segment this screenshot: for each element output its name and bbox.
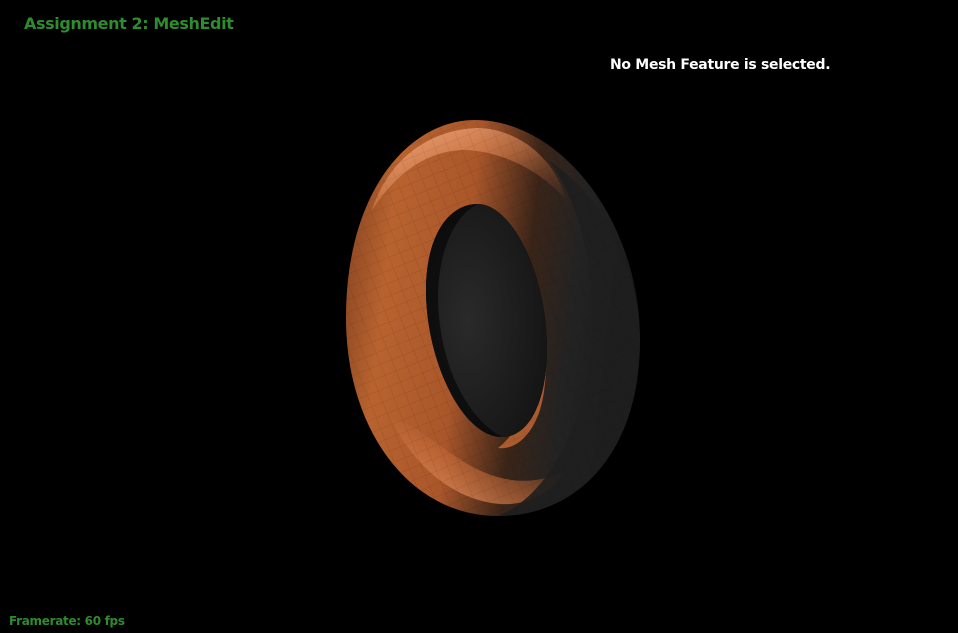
framerate-readout: Framerate: 60 fps [9,614,125,628]
torus-mesh[interactable] [0,0,958,633]
app-title: Assignment 2: MeshEdit [24,14,234,33]
render-viewport[interactable]: Assignment 2: MeshEdit No Mesh Feature i… [0,0,958,633]
selection-status: No Mesh Feature is selected. [610,57,831,73]
